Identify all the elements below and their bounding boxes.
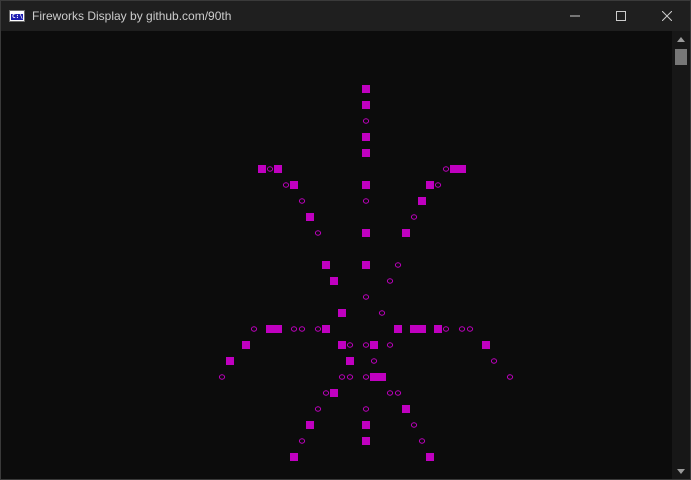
firework-ring: [362, 406, 370, 412]
firework-block: [258, 165, 266, 173]
firework-block: [226, 357, 234, 365]
firework-block: [322, 261, 330, 269]
firework-ring: [386, 278, 394, 284]
firework-ring: [442, 326, 450, 332]
firework-block: [346, 357, 354, 365]
minimize-button[interactable]: [552, 1, 598, 31]
firework-ring: [378, 310, 386, 316]
firework-ring: [298, 326, 306, 332]
firework-block: [362, 421, 370, 429]
firework-ring: [394, 390, 402, 396]
firework-ring: [314, 406, 322, 412]
console-icon[interactable]: C:\: [9, 10, 25, 22]
firework-ring: [410, 422, 418, 428]
firework-canvas: [218, 85, 514, 461]
firework-ring: [394, 262, 402, 268]
firework-block: [362, 229, 370, 237]
scroll-down-icon: [677, 468, 685, 474]
firework-block: [426, 181, 434, 189]
firework-block: [394, 325, 402, 333]
vertical-scrollbar[interactable]: [672, 31, 690, 479]
firework-block: [434, 325, 442, 333]
firework-ring: [314, 230, 322, 236]
firework-ring: [362, 118, 370, 124]
firework-block: [426, 453, 434, 461]
firework-block: [274, 325, 282, 333]
firework-ring: [362, 294, 370, 300]
window-controls: [552, 1, 690, 31]
firework-ring: [298, 198, 306, 204]
firework-block: [418, 197, 426, 205]
title-bar[interactable]: C:\ Fireworks Display by github.com/90th: [1, 1, 690, 31]
console-window: C:\ Fireworks Display by github.com/90th: [0, 0, 691, 480]
scroll-up-button[interactable]: [672, 31, 690, 47]
window-title: Fireworks Display by github.com/90th: [32, 9, 232, 23]
firework-block: [290, 453, 298, 461]
firework-ring: [218, 374, 226, 380]
firework-block: [418, 325, 426, 333]
firework-block: [362, 437, 370, 445]
firework-block: [274, 165, 282, 173]
firework-block: [482, 341, 490, 349]
firework-ring: [362, 198, 370, 204]
firework-ring: [298, 438, 306, 444]
firework-ring: [506, 374, 514, 380]
firework-block: [290, 181, 298, 189]
firework-block: [410, 325, 418, 333]
firework-ring: [442, 166, 450, 172]
firework-block: [322, 325, 330, 333]
firework-block: [458, 165, 466, 173]
firework-ring: [314, 326, 322, 332]
firework-block: [338, 341, 346, 349]
firework-block: [378, 373, 386, 381]
firework-block: [402, 229, 410, 237]
firework-block: [330, 277, 338, 285]
firework-block: [362, 149, 370, 157]
firework-block: [306, 421, 314, 429]
firework-ring: [322, 390, 330, 396]
console-output[interactable]: [1, 31, 672, 479]
firework-block: [370, 341, 378, 349]
firework-block: [362, 181, 370, 189]
firework-block: [362, 85, 370, 93]
firework-ring: [370, 358, 378, 364]
firework-ring: [346, 342, 354, 348]
firework-block: [370, 373, 378, 381]
firework-block: [362, 101, 370, 109]
firework-block: [338, 309, 346, 317]
scroll-thumb[interactable]: [675, 49, 687, 65]
firework-block: [362, 133, 370, 141]
firework-ring: [434, 182, 442, 188]
firework-ring: [362, 374, 370, 380]
close-icon: [662, 11, 672, 21]
firework-ring: [282, 182, 290, 188]
maximize-button[interactable]: [598, 1, 644, 31]
firework-ring: [418, 438, 426, 444]
firework-ring: [250, 326, 258, 332]
firework-ring: [338, 374, 346, 380]
firework-block: [362, 261, 370, 269]
firework-ring: [490, 358, 498, 364]
firework-ring: [290, 326, 298, 332]
scroll-down-button[interactable]: [672, 463, 690, 479]
scroll-up-icon: [677, 36, 685, 42]
firework-ring: [386, 390, 394, 396]
maximize-icon: [616, 11, 626, 21]
firework-ring: [410, 214, 418, 220]
firework-block: [330, 389, 338, 397]
firework-ring: [266, 166, 274, 172]
firework-ring: [346, 374, 354, 380]
console-icon-glyph: C:\: [12, 13, 23, 20]
firework-block: [402, 405, 410, 413]
close-button[interactable]: [644, 1, 690, 31]
firework-block: [266, 325, 274, 333]
firework-ring: [362, 342, 370, 348]
minimize-icon: [570, 15, 580, 17]
firework-block: [242, 341, 250, 349]
firework-ring: [386, 342, 394, 348]
firework-ring: [466, 326, 474, 332]
firework-ring: [458, 326, 466, 332]
firework-block: [306, 213, 314, 221]
firework-block: [450, 165, 458, 173]
